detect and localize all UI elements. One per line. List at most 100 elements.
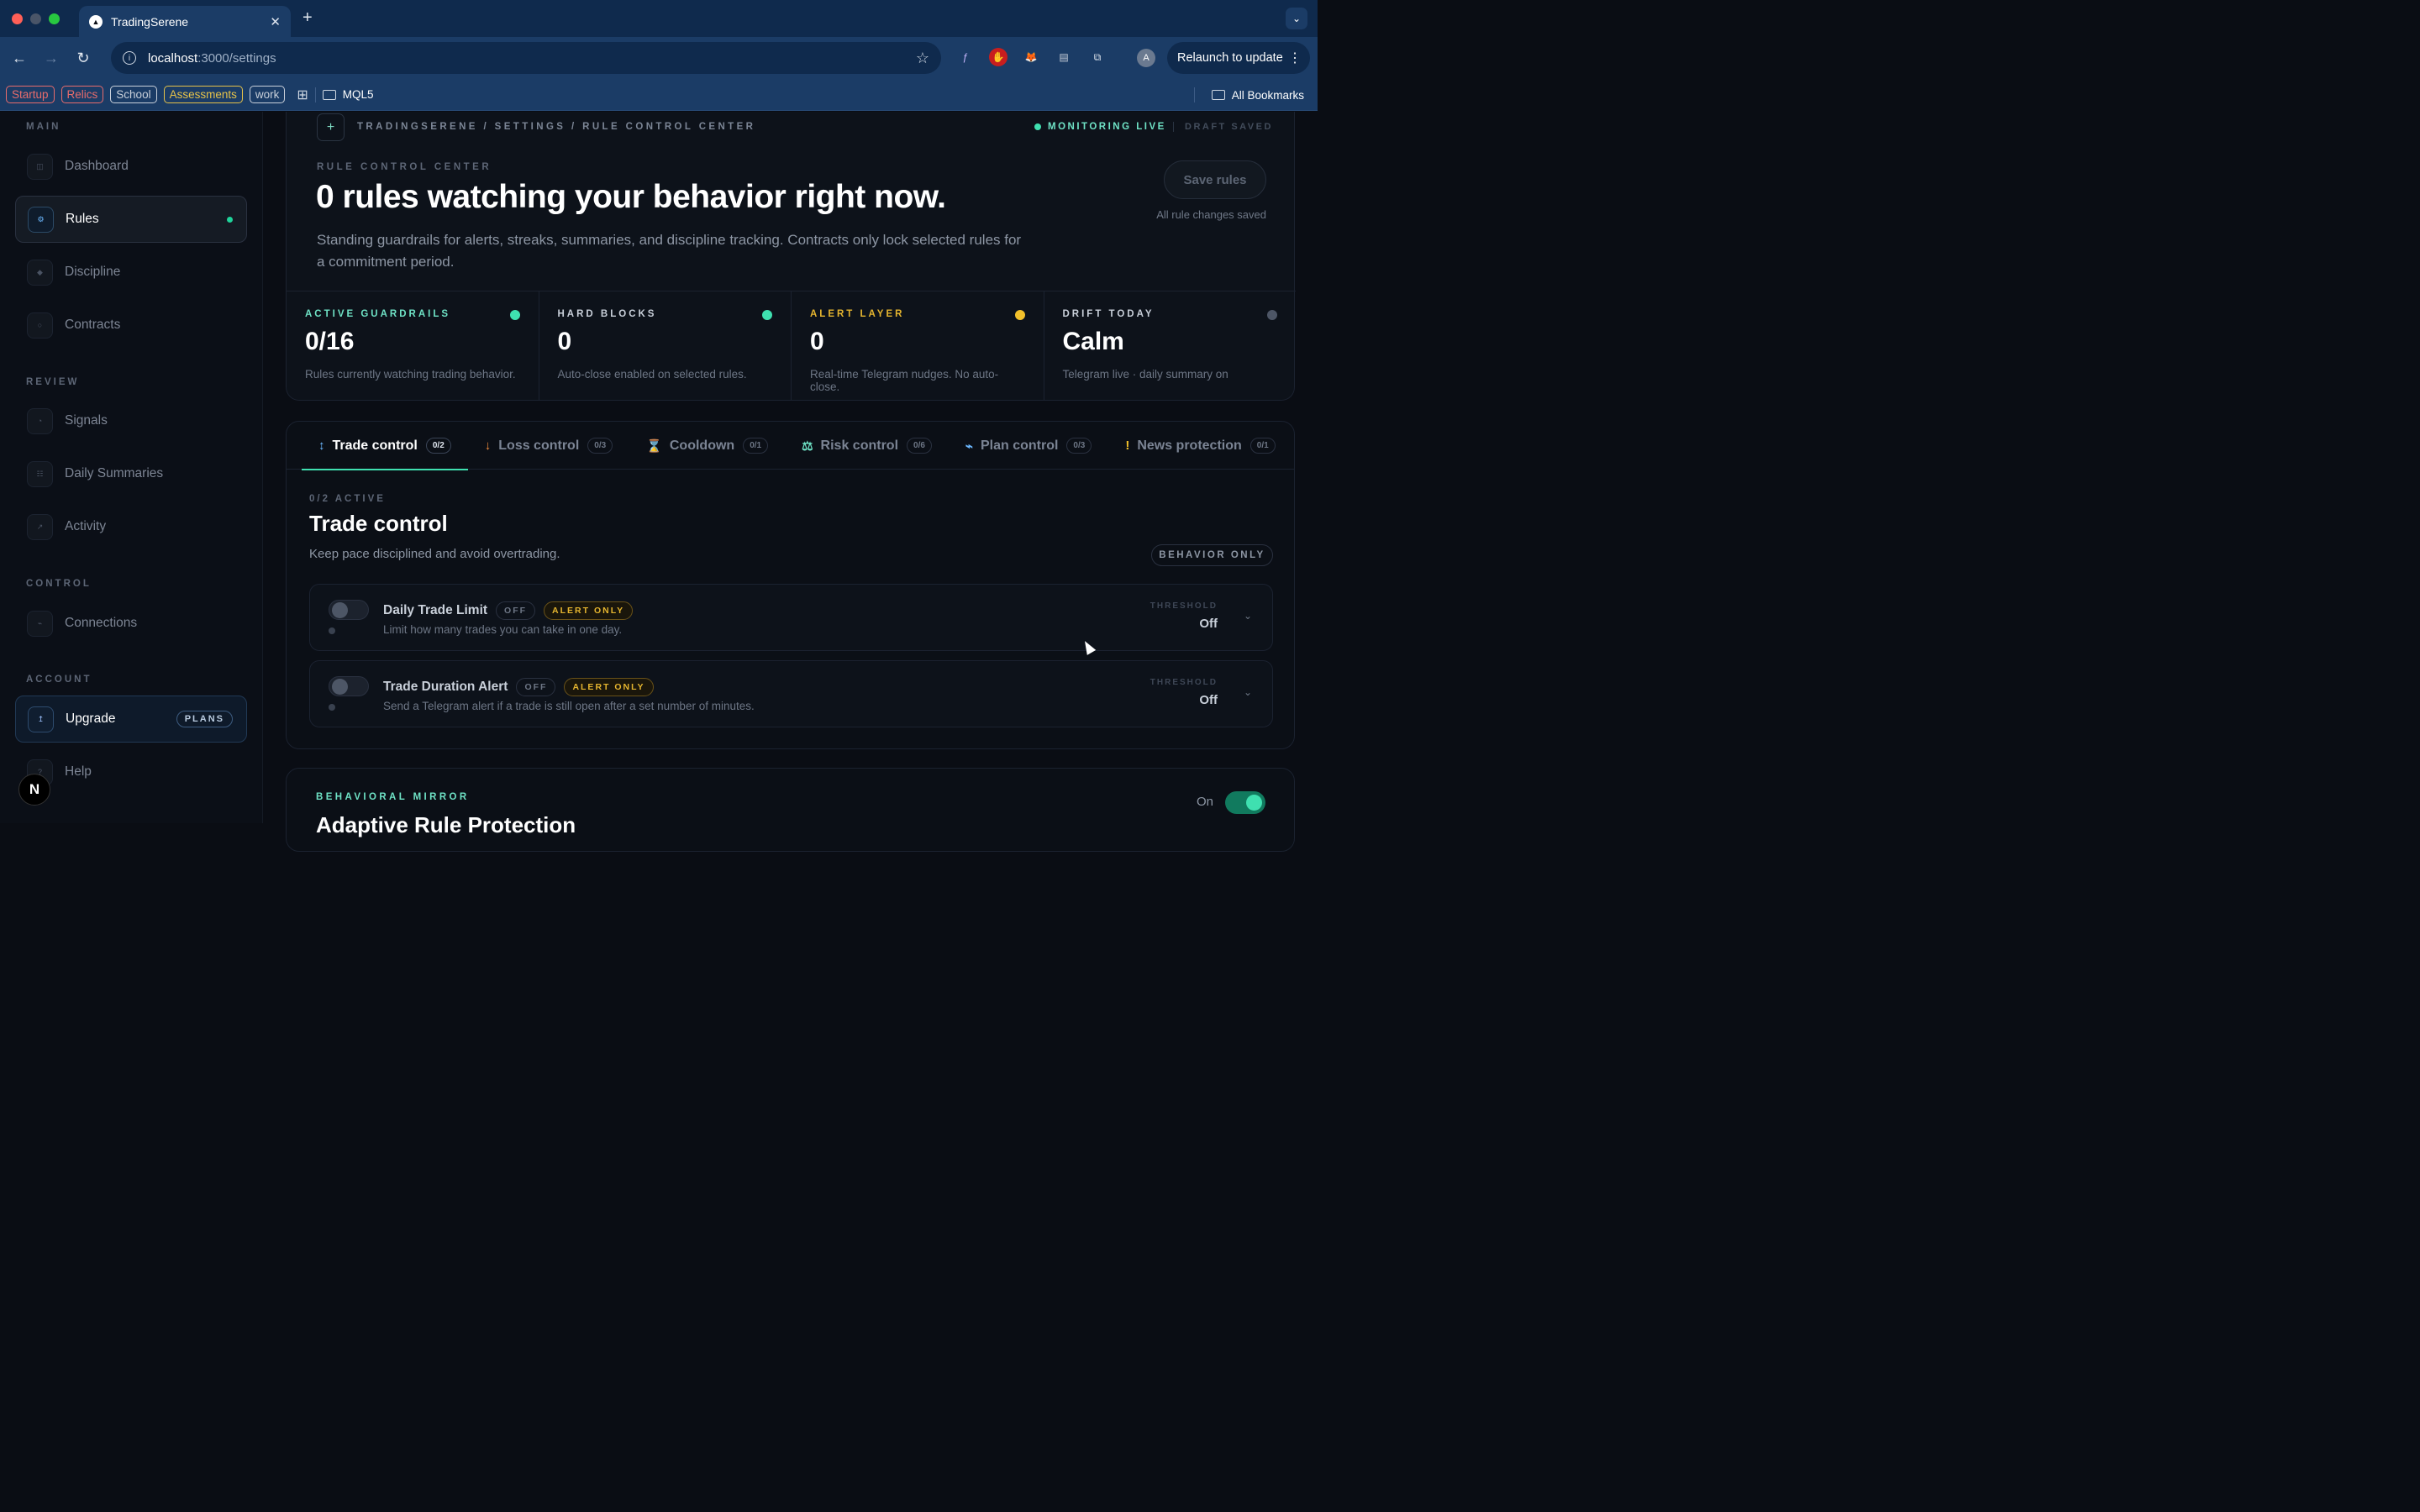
plans-badge: PLANS (176, 711, 233, 727)
chevron-down-icon[interactable]: ⌄ (1244, 610, 1252, 622)
stat-title: ALERT LAYER (810, 309, 905, 319)
discipline-icon: ◆ (27, 259, 53, 286)
sidebar-item-signals[interactable]: ◔ Signals (15, 397, 247, 444)
more-menu-icon[interactable]: ⋮ (1288, 50, 1302, 66)
tab-count-badge: 0/3 (1066, 438, 1092, 454)
chevron-down-icon[interactable]: ⌄ (1244, 686, 1252, 698)
activity-icon: ↗ (27, 513, 53, 540)
sidebar-item-label: Signals (65, 413, 108, 428)
save-rules-button[interactable]: Save rules (1164, 160, 1266, 199)
stat-value: 0/16 (305, 328, 355, 355)
close-window-button[interactable] (12, 13, 23, 24)
sidebar-section-account: ACCOUNT (26, 675, 92, 685)
exclamation-icon: ! (1125, 438, 1130, 453)
all-bookmarks-divider (1193, 87, 1195, 102)
maximize-window-button[interactable] (49, 13, 60, 24)
extension-hand-icon[interactable]: ✋ (989, 48, 1007, 66)
tab-risk-control[interactable]: ⚖ Risk control 0/6 (785, 422, 949, 470)
sidebar-item-label: Dashboard (65, 159, 129, 173)
new-tab-icon[interactable]: + (302, 8, 313, 28)
close-tab-icon[interactable]: ✕ (270, 14, 281, 29)
tab-search-chevron-icon[interactable]: ⌄ (1286, 8, 1307, 29)
mirror-toggle[interactable] (1225, 791, 1265, 814)
tab-label: Trade control (332, 438, 418, 453)
tab-loss-control[interactable]: ↓ Loss control 0/3 (468, 422, 629, 470)
rule-description: Limit how many trades you can take in on… (383, 623, 623, 636)
stats-row: ACTIVE GUARDRAILS 0/16 Rules currently w… (287, 291, 1296, 401)
save-status-note: All rule changes saved (1156, 208, 1266, 221)
add-rule-icon[interactable]: + (317, 113, 345, 141)
site-info-icon[interactable]: i (123, 51, 136, 65)
sidebar-item-daily-summaries[interactable]: ☷ Daily Summaries (15, 450, 247, 497)
sidebar-section-main: MAIN (26, 122, 61, 132)
stat-status-dot (762, 310, 772, 320)
rule-card-trade-duration-alert[interactable]: Trade Duration Alert OFF ALERT ONLY Send… (309, 660, 1273, 727)
rule-toggle[interactable] (329, 600, 369, 620)
extension-fox-icon[interactable]: 🦊 (1022, 48, 1040, 66)
url-path: :3000/settings (197, 50, 276, 66)
address-bar[interactable]: i localhost:3000/settings ☆ (111, 42, 941, 74)
favicon-icon: ▲ (89, 14, 103, 29)
minimize-window-button[interactable] (30, 13, 41, 24)
tab-plan-control[interactable]: ⌁ Plan control 0/3 (949, 422, 1108, 470)
bookmark-relics[interactable]: Relics (60, 86, 104, 103)
bookmark-folder-mql5[interactable]: MQL5 (322, 88, 374, 101)
forward-arrow-icon[interactable]: → (35, 50, 67, 67)
threshold-label: THRESHOLD (1150, 601, 1218, 611)
extensions-puzzle-icon[interactable]: ⧉ (1088, 48, 1107, 66)
rule-control-hero: + TRADINGSERENE / SETTINGS / RULE CONTRO… (286, 112, 1296, 401)
tab-label: Cooldown (669, 438, 735, 453)
relaunch-button[interactable]: Relaunch to update ⋮ (1167, 42, 1310, 74)
sidebar-section-review: REVIEW (26, 377, 80, 387)
sidebar-section-control: CONTROL (26, 579, 92, 589)
rule-status-dot (329, 704, 335, 711)
apps-grid-icon[interactable]: ⊞ (297, 87, 308, 103)
scale-icon: ⚖ (802, 438, 813, 454)
stat-title: DRIFT TODAY (1062, 309, 1155, 319)
reload-icon[interactable]: ↻ (67, 50, 99, 67)
toggle-knob (1246, 795, 1262, 811)
mirror-toggle-label: On (1197, 795, 1214, 809)
stat-subtitle: Auto-close enabled on selected rules. (557, 368, 747, 381)
sidebar-item-rules[interactable]: ⚙ Rules (15, 196, 247, 243)
profile-avatar[interactable]: A (1137, 49, 1155, 67)
hero-eyebrow: RULE CONTROL CENTER (317, 162, 492, 172)
tab-label: Risk control (820, 438, 899, 453)
sidebar-item-label: Connections (65, 616, 138, 630)
connections-icon: ⌁ (27, 610, 53, 637)
contracts-icon: ○ (27, 312, 53, 339)
bookmark-startup[interactable]: Startup (6, 86, 55, 103)
sidebar-item-label: Rules (66, 212, 99, 226)
bookmark-star-icon[interactable]: ☆ (916, 50, 929, 67)
stat-status-dot (1014, 310, 1025, 320)
rule-toggle[interactable] (329, 676, 369, 696)
sidebar-item-connections[interactable]: ⌁ Connections (15, 600, 247, 647)
bookmark-work[interactable]: work (249, 86, 286, 103)
nextjs-logo-button[interactable]: N (18, 774, 50, 806)
rule-state-badge: OFF (516, 678, 556, 696)
sidebar-item-contracts[interactable]: ○ Contracts (15, 302, 247, 349)
rule-card-daily-trade-limit[interactable]: Daily Trade Limit OFF ALERT ONLY Limit h… (309, 584, 1273, 651)
sidebar-item-activity[interactable]: ↗ Activity (15, 503, 247, 550)
extension-feather-icon[interactable]: ƒ (956, 48, 975, 66)
page-title: 0 rules watching your behavior right now… (316, 179, 946, 215)
all-bookmarks-button[interactable]: All Bookmarks (1193, 87, 1304, 102)
mirror-title: Adaptive Rule Protection (316, 812, 576, 837)
tab-cooldown[interactable]: ⌛ Cooldown 0/1 (629, 422, 785, 470)
sidebar-item-discipline[interactable]: ◆ Discipline (15, 249, 247, 296)
sidebar-item-dashboard[interactable]: ◫ Dashboard (15, 143, 247, 190)
bookmarks-bar: Startup Relics School Assessments work ⊞… (0, 79, 1318, 111)
tab-trade-control[interactable]: ↕ Trade control 0/2 (302, 422, 468, 470)
extension-store-icon[interactable]: ▤ (1055, 48, 1073, 66)
browser-tab[interactable]: ▲ TradingSerene ✕ (79, 6, 291, 37)
tab-news-protection[interactable]: ! News protection 0/1 (1108, 422, 1292, 470)
url-host: localhost (148, 50, 198, 66)
back-arrow-icon[interactable]: ← (3, 50, 35, 67)
sidebar-item-upgrade[interactable]: ↥ Upgrade PLANS (15, 696, 247, 743)
rule-header: Trade Duration Alert OFF ALERT ONLY (383, 678, 654, 696)
bookmark-school[interactable]: School (110, 86, 157, 103)
rule-mode-badge: ALERT ONLY (564, 678, 654, 696)
tab-count-badge: 0/6 (907, 438, 932, 454)
bookmark-assessments[interactable]: Assessments (163, 86, 243, 103)
monitoring-status-label: MONITORING LIVE (1048, 122, 1166, 132)
